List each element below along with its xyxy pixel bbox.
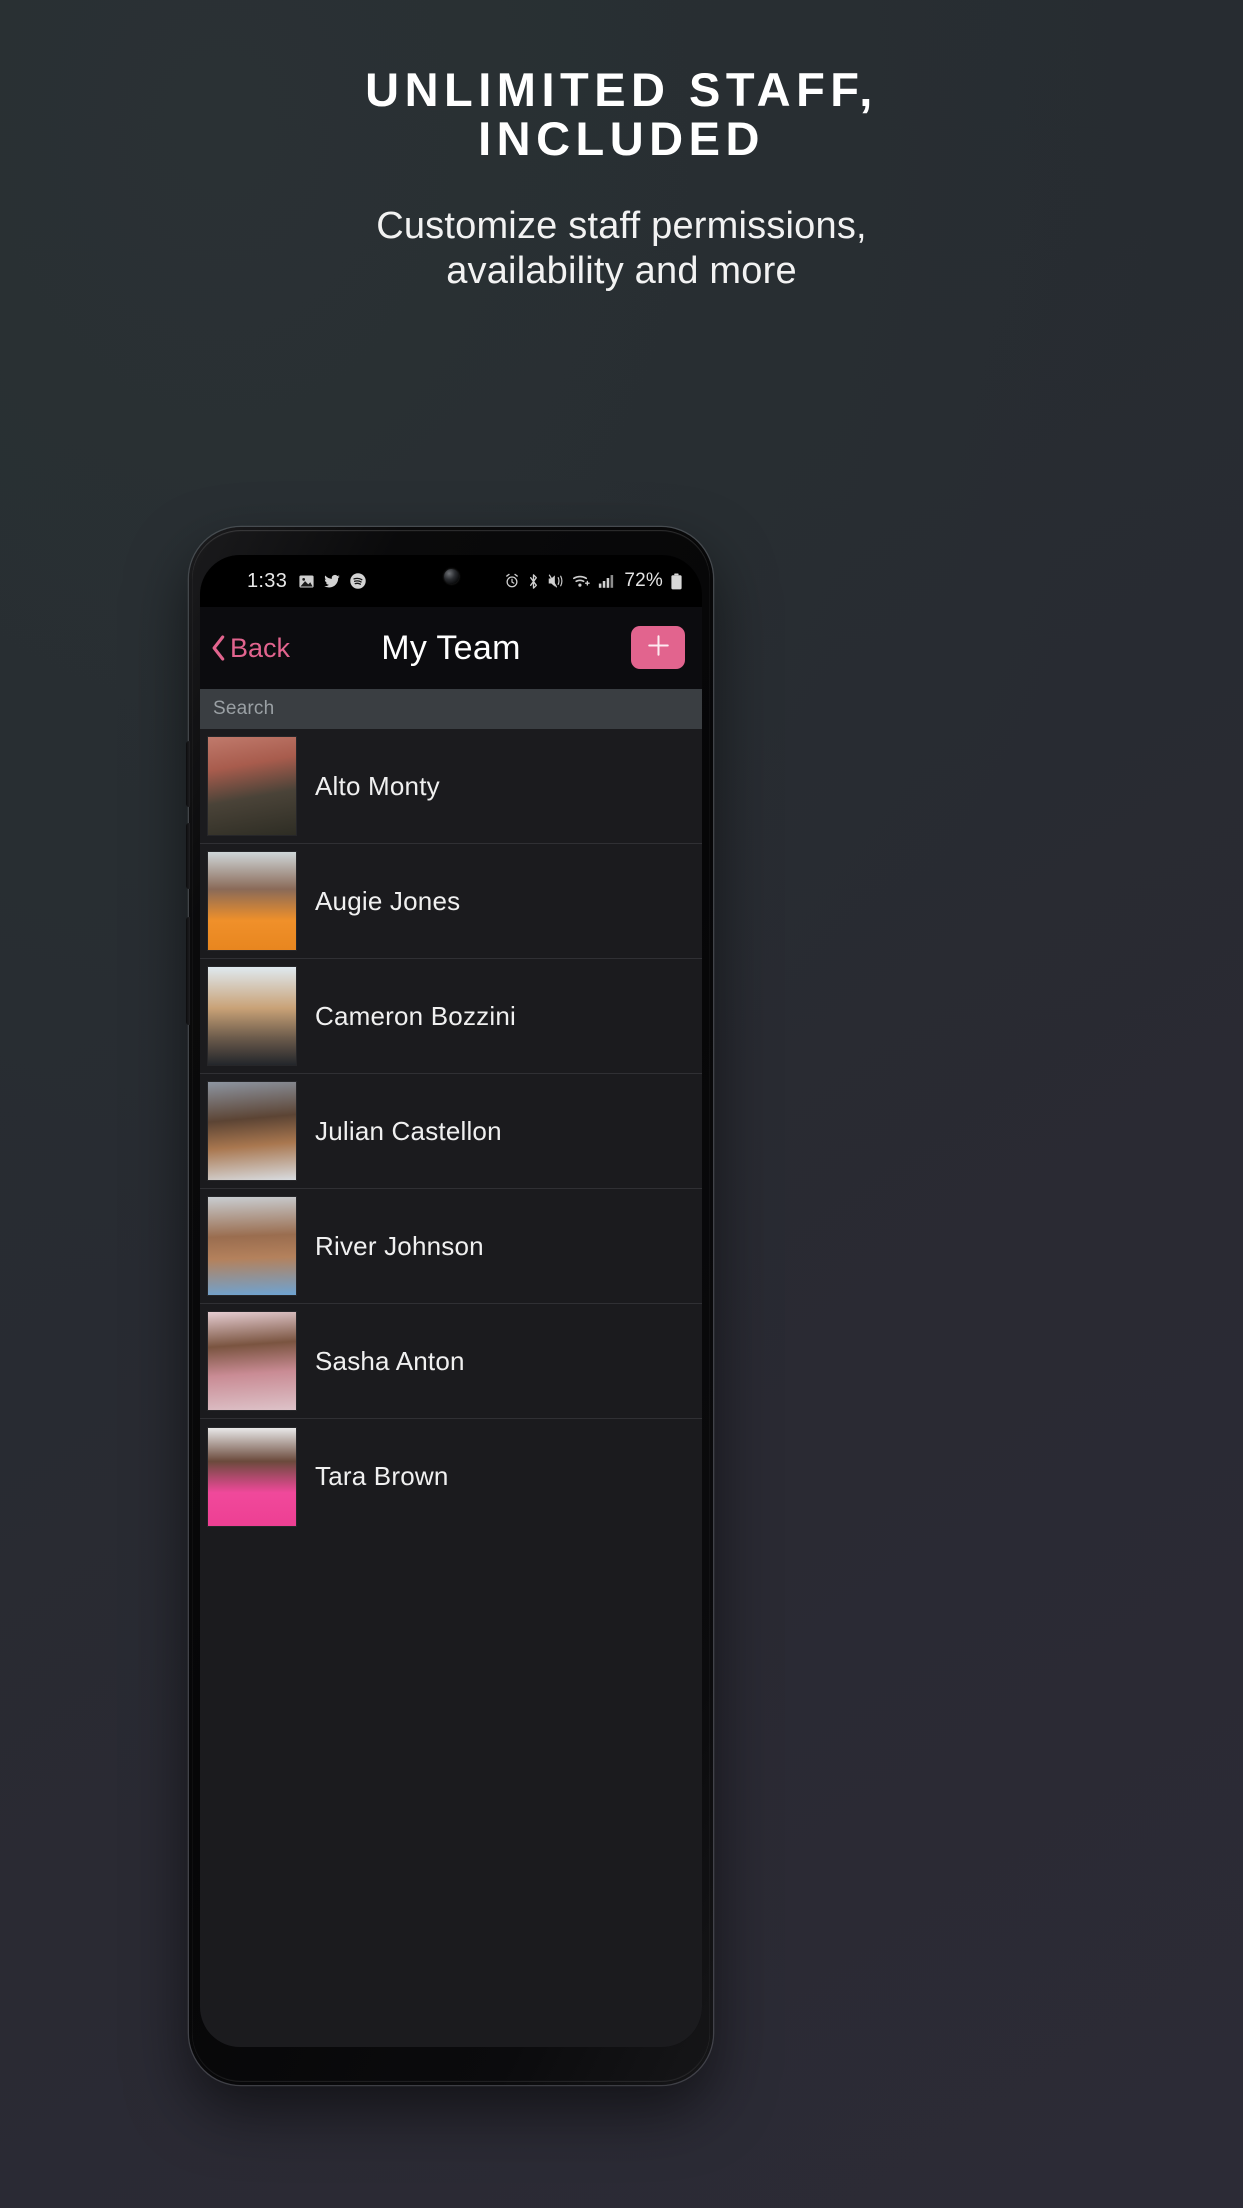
app-nav-bar: Back My Team [200, 607, 702, 689]
battery-icon [670, 573, 683, 590]
staff-name: Sasha Anton [315, 1345, 465, 1376]
staff-list-item[interactable]: Cameron Bozzini [200, 959, 702, 1074]
staff-name: Alto Monty [315, 770, 440, 801]
cellular-signal-icon [598, 573, 615, 589]
staff-list-item[interactable]: River Johnson [200, 1189, 702, 1304]
chevron-left-icon [210, 634, 227, 662]
staff-list-item[interactable]: Sasha Anton [200, 1304, 702, 1419]
staff-name: Tara Brown [315, 1461, 449, 1491]
avatar [208, 1427, 296, 1526]
photos-icon [298, 573, 315, 590]
avatar [208, 852, 296, 950]
search-bar[interactable]: Search [200, 689, 702, 729]
status-bar-left: 1:33 [247, 570, 367, 593]
avatar [208, 1082, 296, 1180]
phone-screen: 1:33 72% Back My Team Search Alto Monty … [200, 555, 702, 2047]
page-headline: UNLIMITED STAFF, INCLUDED [0, 63, 1243, 165]
status-bar-right: 72% [504, 570, 683, 592]
wifi-icon [572, 573, 591, 589]
page-subheadline: Customize staff permissions, availabilit… [0, 204, 1243, 294]
staff-list-item[interactable]: Tara Brown [200, 1419, 702, 1534]
headline-line-1: UNLIMITED STAFF, [365, 63, 878, 116]
staff-name: River Johnson [315, 1230, 484, 1261]
volume-down-button[interactable] [186, 823, 190, 889]
volume-up-button[interactable] [186, 741, 190, 807]
back-button[interactable]: Back [210, 633, 290, 664]
power-button[interactable] [186, 917, 190, 1025]
avatar [208, 737, 296, 835]
mute-vibrate-icon [547, 573, 565, 589]
staff-list[interactable]: Alto Monty Augie Jones Cameron Bozzini Juli… [200, 729, 702, 2047]
bluetooth-icon [527, 573, 540, 590]
spotify-icon [349, 572, 367, 590]
battery-percentage: 72% [624, 570, 663, 591]
subhead-line-1: Customize staff permissions, [376, 204, 867, 247]
staff-list-item[interactable]: Augie Jones [200, 844, 702, 959]
staff-list-item[interactable]: Julian Castellon [200, 1074, 702, 1189]
phone-mockup: 1:33 72% Back My Team Search Alto Monty … [186, 527, 713, 2085]
twitter-icon [323, 573, 341, 590]
avatar [208, 1312, 296, 1410]
staff-list-item[interactable]: Alto Monty [200, 729, 702, 844]
subhead-line-2: availability and more [446, 249, 797, 292]
search-input[interactable]: Search [213, 698, 274, 720]
front-camera-icon [443, 569, 459, 584]
staff-name: Cameron Bozzini [315, 1000, 516, 1031]
plus-icon [645, 632, 672, 664]
promo-copy: UNLIMITED STAFF, INCLUDED Customize staf… [0, 0, 1243, 293]
back-button-label: Back [230, 632, 291, 663]
add-staff-button[interactable] [631, 626, 685, 669]
staff-name: Augie Jones [315, 885, 461, 916]
headline-line-2: INCLUDED [478, 111, 765, 165]
avatar [208, 1197, 296, 1295]
status-time: 1:33 [247, 569, 288, 592]
alarm-icon [504, 573, 520, 589]
staff-name: Julian Castellon [315, 1115, 502, 1146]
avatar [208, 967, 296, 1065]
